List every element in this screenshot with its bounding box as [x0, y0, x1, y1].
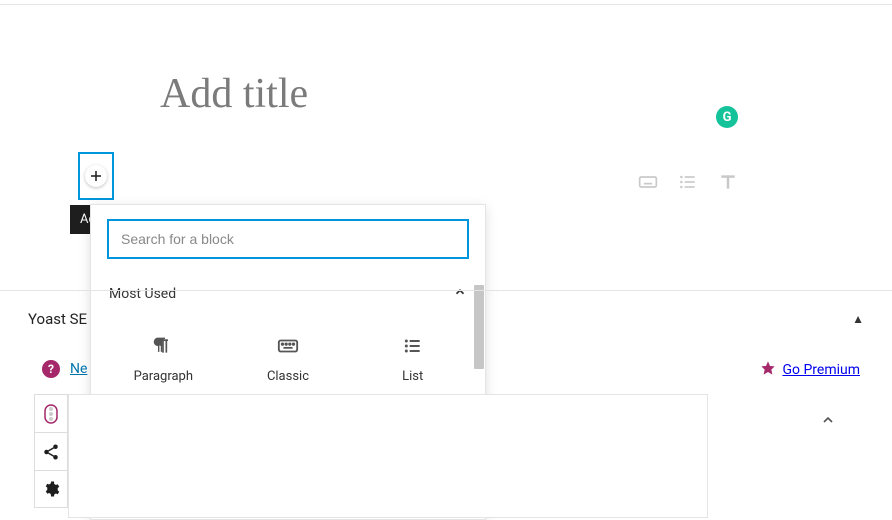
yoast-content-panel [68, 394, 708, 518]
seo-help-link[interactable]: Ne [70, 361, 87, 377]
go-premium[interactable]: Go Premium [760, 360, 860, 380]
block-label: Classic [267, 369, 309, 384]
text-icon[interactable] [718, 172, 738, 196]
block-classic[interactable]: Classic [226, 321, 351, 400]
tab-settings[interactable] [34, 470, 68, 508]
tab-readability[interactable] [34, 394, 68, 432]
block-paragraph[interactable]: Paragraph [101, 321, 226, 400]
block-search-input[interactable] [107, 219, 469, 259]
yoast-seo-header[interactable]: Yoast SE ▲ [28, 310, 864, 328]
post-title-area[interactable]: Add title [160, 70, 308, 118]
block-list[interactable]: List [350, 321, 475, 400]
yoast-seo-title: Yoast SE [28, 310, 87, 328]
block-toolbar [638, 172, 738, 196]
seo-help-row: ? Ne [42, 360, 87, 378]
keyboard-icon [277, 335, 299, 357]
paragraph-icon [153, 335, 173, 357]
yoast-side-tabs [34, 394, 68, 508]
premium-link[interactable]: Go Premium [782, 362, 860, 378]
add-block-button[interactable] [78, 152, 114, 200]
chevron-up-icon[interactable] [820, 412, 836, 432]
top-divider [0, 4, 892, 5]
list-icon[interactable] [678, 172, 698, 196]
grammarly-g: G [723, 110, 732, 125]
section-label: Most Used [109, 286, 176, 302]
seo-divider [0, 290, 892, 291]
search-wrap [91, 205, 485, 273]
help-icon[interactable]: ? [42, 360, 60, 378]
plus-circle-icon [85, 165, 107, 187]
block-label: Paragraph [134, 369, 193, 384]
keyboard-icon[interactable] [638, 172, 658, 196]
chevron-up-icon [453, 285, 467, 303]
most-used-header[interactable]: Most Used [91, 273, 485, 315]
list-icon [403, 335, 423, 357]
star-icon [760, 360, 776, 380]
tab-social[interactable] [34, 432, 68, 470]
title-placeholder: Add title [160, 70, 308, 118]
grammarly-badge[interactable]: G [716, 106, 738, 128]
caret-up-icon: ▲ [852, 312, 864, 326]
block-label: List [402, 369, 423, 384]
